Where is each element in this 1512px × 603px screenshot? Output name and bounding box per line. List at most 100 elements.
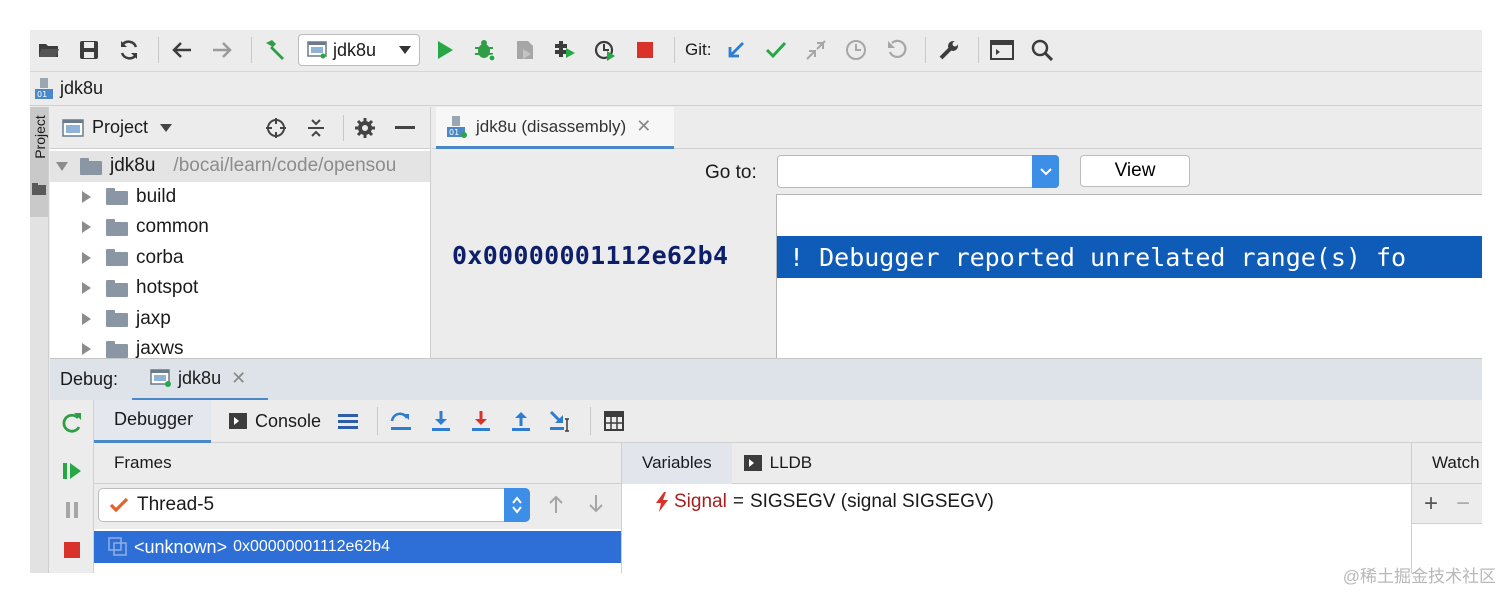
hide-minimize-icon[interactable] [390, 113, 420, 143]
resume-icon[interactable] [60, 459, 84, 483]
debug-window-header: Debug: jdk8u ✕ [50, 358, 1482, 401]
chevron-down-icon [399, 46, 411, 54]
variable-row[interactable]: Signal = SIGSEGV (signal SIGSEGV) [622, 484, 1411, 520]
remove-watch-icon[interactable]: − [1456, 490, 1470, 518]
debug-side-toolbar [50, 400, 94, 573]
run-with-profiler-icon[interactable] [548, 33, 582, 67]
tree-root-item[interactable]: jdk8u /bocai/learn/code/opensou [50, 151, 430, 182]
disassembly-content[interactable]: ! Debugger reported unrelated range(s) f… [776, 194, 1482, 364]
collapsed-arrow-icon[interactable] [82, 221, 91, 234]
pause-icon[interactable] [60, 498, 84, 522]
stop-icon[interactable] [628, 33, 662, 67]
project-tool-label: Project [31, 115, 48, 159]
window-app-icon [150, 369, 172, 387]
git-commit-icon[interactable] [759, 33, 793, 67]
lightning-signal-icon [656, 492, 668, 512]
project-view-selector[interactable]: Project [92, 117, 148, 138]
tree-item-hotspot[interactable]: hotspot [50, 273, 430, 304]
separator [925, 37, 927, 63]
forward-arrow-icon[interactable] [205, 33, 239, 67]
frames-panel: Frames Thread-5 <unknown> 0x00000001112e… [94, 443, 622, 573]
tree-item-common[interactable]: common [50, 212, 430, 243]
watches-header: Watch [1412, 443, 1482, 484]
run-configuration-selector[interactable]: jdk8u [298, 34, 420, 66]
chevron-up-down-icon[interactable] [504, 488, 530, 522]
settings-wrench-icon[interactable] [932, 33, 966, 67]
expand-arrow-icon[interactable] [56, 161, 68, 171]
frame-down-arrow-icon[interactable] [584, 492, 608, 516]
tab-debugger[interactable]: Debugger [94, 399, 211, 443]
separator [158, 37, 159, 63]
attach-profiler-icon[interactable] [588, 33, 622, 67]
tree-item-corba[interactable]: corba [50, 243, 430, 274]
tab-variables[interactable]: Variables [622, 442, 732, 484]
chevron-down-icon[interactable] [160, 123, 173, 132]
project-panel-header: Project [50, 107, 430, 149]
open-folder-icon[interactable] [32, 33, 66, 67]
frame-function: <unknown> [134, 536, 228, 557]
rerun-icon[interactable] [60, 411, 84, 435]
step-into-icon[interactable] [424, 404, 458, 438]
force-step-into-icon[interactable] [464, 404, 498, 438]
frame-row-selected[interactable]: <unknown> 0x00000001112e62b4 [94, 531, 621, 563]
git-update-icon[interactable] [719, 33, 753, 67]
gear-icon[interactable] [350, 113, 380, 143]
folder-icon [106, 340, 128, 358]
save-icon[interactable] [72, 33, 106, 67]
watches-toolbar: + − [1412, 484, 1482, 524]
thread-selector[interactable]: Thread-5 [98, 488, 530, 522]
chevron-down-icon[interactable] [1032, 155, 1059, 188]
tab-console-label: Console [255, 410, 322, 431]
stop-icon[interactable] [60, 538, 84, 562]
tab-lldb[interactable]: LLDB [732, 443, 812, 484]
collapsed-arrow-icon[interactable] [82, 190, 91, 203]
add-watch-icon[interactable]: + [1424, 490, 1438, 518]
breadcrumb-project[interactable]: jdk8u [60, 78, 103, 99]
collapsed-arrow-icon[interactable] [82, 312, 91, 325]
sync-icon[interactable] [112, 33, 146, 67]
disassembly-highlighted-line[interactable]: ! Debugger reported unrelated range(s) f… [777, 236, 1482, 278]
variables-panel: Variables LLDB Signal = SIGSEGV (signal … [622, 442, 1412, 573]
folder-icon [80, 157, 102, 175]
build-hammer-icon[interactable] [258, 33, 292, 67]
tree-item-jaxp[interactable]: jaxp [50, 304, 430, 335]
debug-session-tab[interactable]: jdk8u ✕ [132, 359, 269, 401]
tree-item-jaxws[interactable]: jaxws [50, 334, 430, 358]
editor-tab-bar: 01 jdk8u (disassembly) ✕ [432, 107, 1482, 149]
locate-target-icon[interactable] [261, 113, 291, 143]
tab-console[interactable]: Console [211, 400, 321, 443]
separator [343, 114, 344, 141]
debug-bug-icon[interactable] [468, 33, 502, 67]
tab-disassembly[interactable]: 01 jdk8u (disassembly) ✕ [436, 107, 674, 149]
back-arrow-icon[interactable] [165, 33, 199, 67]
search-icon[interactable] [1025, 33, 1059, 67]
run-to-cursor-icon[interactable] [544, 404, 578, 438]
goto-address-combo[interactable] [777, 155, 1059, 188]
step-over-icon[interactable] [384, 404, 418, 438]
debug-session-name: jdk8u [178, 367, 222, 388]
collapse-all-icon[interactable] [301, 113, 331, 143]
coverage-icon[interactable] [508, 33, 542, 67]
frame-up-arrow-icon[interactable] [544, 492, 568, 516]
close-icon[interactable]: ✕ [636, 116, 651, 137]
run-icon[interactable] [428, 33, 462, 67]
close-icon[interactable]: ✕ [231, 368, 246, 389]
git-compare-icon[interactable] [799, 33, 833, 67]
history-clock-icon[interactable] [839, 33, 873, 67]
view-button[interactable]: View [1080, 155, 1190, 187]
tree-item-build[interactable]: build [50, 182, 430, 213]
frame-address: 0x00000001112e62b4 [233, 538, 390, 555]
watches-panel: Watch + − [1412, 443, 1482, 573]
watermark: @稀土掘金技术社区 [1342, 567, 1496, 586]
evaluate-expression-icon[interactable] [597, 404, 631, 438]
project-tool-button[interactable]: Project [30, 107, 48, 217]
disassembly-address: 0x00000001112e62b4 [452, 241, 729, 270]
layout-menu-icon[interactable] [331, 404, 365, 438]
collapsed-arrow-icon[interactable] [82, 282, 91, 295]
terminal-window-icon[interactable] [985, 33, 1019, 67]
tab-title: jdk8u (disassembly) [476, 116, 627, 136]
collapsed-arrow-icon[interactable] [82, 251, 91, 264]
step-out-icon[interactable] [504, 404, 538, 438]
rollback-icon[interactable] [879, 33, 913, 67]
collapsed-arrow-icon[interactable] [82, 343, 91, 356]
